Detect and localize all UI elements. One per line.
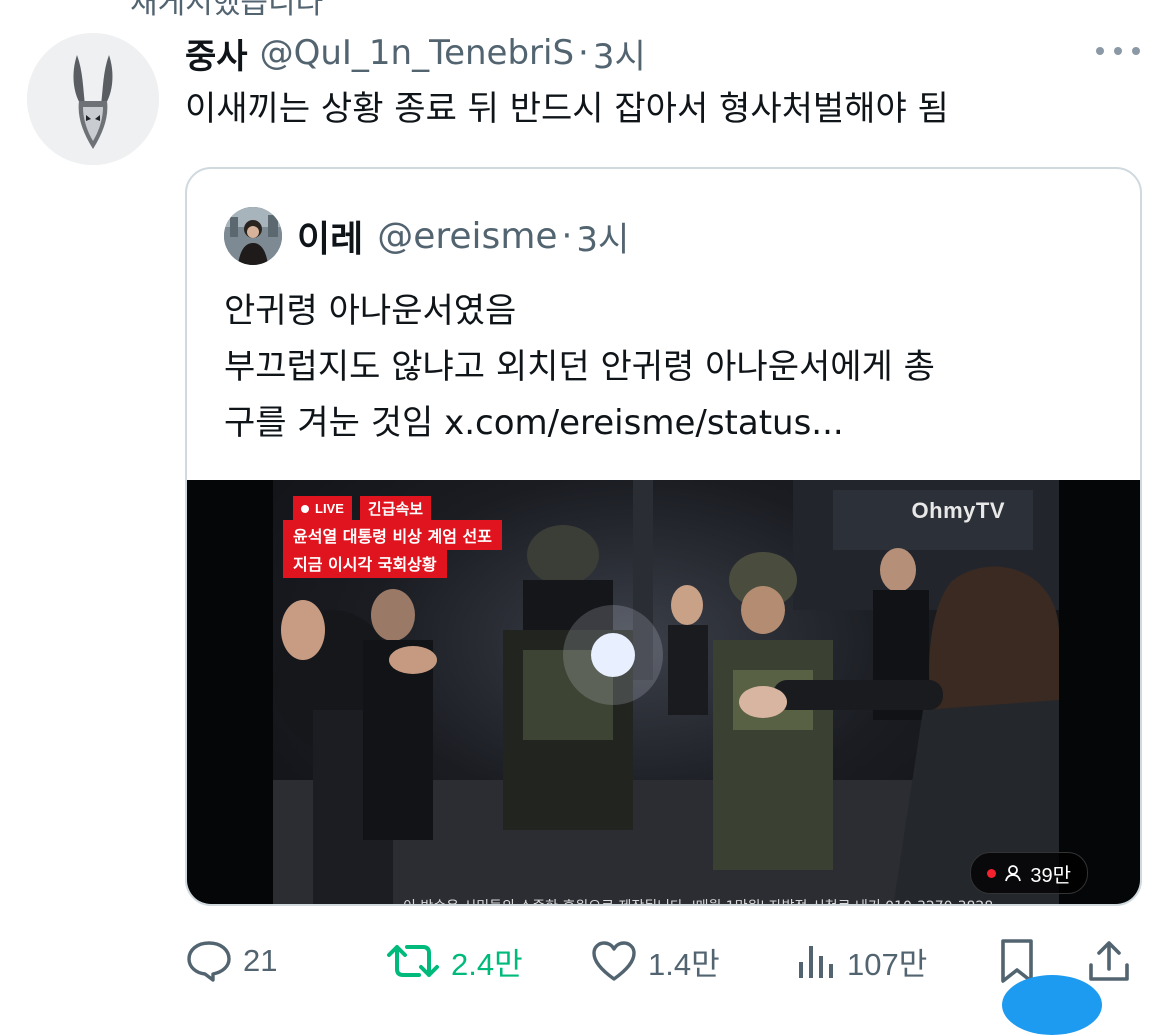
video-player[interactable]: LIVE 긴급속보 윤석열 대통령 비상 계엄 선포 지금 이시각 국회상황 O… <box>187 480 1140 904</box>
reply-button[interactable]: 21 <box>185 933 277 989</box>
video-caption: 이 방송은 시민들의 소중한 후원으로 제작됩니다. '매월 1만원' 자발적 … <box>403 896 993 904</box>
headline-badge-2: 지금 이시각 국회상황 <box>283 548 447 578</box>
broadcast-badges: LIVE 긴급속보 <box>293 496 432 521</box>
separator: · <box>578 33 589 73</box>
person-icon <box>1005 865 1022 882</box>
broadcaster-logo: OhmyTV <box>911 498 1005 523</box>
live-indicator-icon <box>987 868 997 878</box>
reply-icon <box>187 941 231 982</box>
quoted-text: 안귀령 아나운서였음 부끄럽지도 않냐고 외치던 안귀령 아나운서에게 총 구를… <box>224 283 935 451</box>
share-icon <box>1089 941 1129 981</box>
analytics-icon <box>799 946 833 978</box>
like-count: 1.4만 <box>648 946 720 982</box>
quoted-text-line[interactable]: 구를 겨눈 것임 x.com/ereisme/status... <box>224 395 935 451</box>
breaking-news-badge: 긴급속보 <box>359 496 432 521</box>
view-count-badge: 39만 <box>970 852 1088 894</box>
view-count-total: 107만 <box>847 946 928 982</box>
quoted-author-avatar[interactable] <box>224 207 282 265</box>
views-button[interactable]: 107만 <box>795 933 927 989</box>
quoted-author-name[interactable]: 이레 <box>297 210 363 262</box>
video-frame[interactable]: LIVE 긴급속보 윤석열 대통령 비상 계엄 선포 지금 이시각 국회상황 O… <box>273 480 1059 904</box>
quoted-author-handle[interactable]: @ereisme <box>377 216 557 257</box>
view-count: 39만 <box>1030 864 1071 887</box>
live-label: LIVE <box>315 501 344 516</box>
author-avatar[interactable] <box>27 33 159 165</box>
reply-count: 21 <box>243 943 278 978</box>
rabbit-mask-icon <box>27 33 159 165</box>
headline-badge-1: 윤석열 대통령 비상 계엄 선포 <box>283 520 502 550</box>
quoted-tweet[interactable]: 이레 @ereisme · 3시 안귀령 아나운서였음 부끄럽지도 않냐고 외치… <box>185 167 1142 906</box>
tweet-header: 중사 @QuI_1n_TenebriS · 3시 <box>185 29 646 78</box>
quoted-text-line: 안귀령 아나운서였음 <box>224 291 517 331</box>
live-dot-icon <box>301 504 309 513</box>
author-name[interactable]: 중사 <box>185 29 248 78</box>
retweet-icon <box>387 945 439 977</box>
live-badge: LIVE <box>293 496 352 521</box>
tweet-text: 이새끼는 상황 종료 뒤 반드시 잡아서 형사처벌해야 됨 <box>185 89 949 129</box>
compose-button[interactable] <box>1002 975 1102 1035</box>
quoted-text-line: 부끄럽지도 않냐고 외치던 안귀령 아나운서에게 총 <box>224 347 935 387</box>
share-button[interactable] <box>1087 933 1131 989</box>
more-options-icon[interactable] <box>1096 36 1140 66</box>
quoted-time[interactable]: 3시 <box>576 212 629 261</box>
tweet-time[interactable]: 3시 <box>593 29 646 78</box>
retweet-button[interactable]: 2.4만 <box>385 933 523 989</box>
retweet-count: 2.4만 <box>451 946 523 982</box>
separator: · <box>561 216 573 256</box>
person-photo-icon <box>224 207 282 265</box>
like-button[interactable]: 1.4만 <box>590 933 720 989</box>
action-bar: 21 2.4만 1.4만 107만 <box>185 933 1145 989</box>
heart-icon <box>592 941 636 981</box>
quoted-header: 이레 @ereisme · 3시 <box>297 210 629 262</box>
repost-indicator: 재게시했습니다 <box>130 0 324 21</box>
author-handle[interactable]: @QuI_1n_TenebriS <box>260 33 574 73</box>
